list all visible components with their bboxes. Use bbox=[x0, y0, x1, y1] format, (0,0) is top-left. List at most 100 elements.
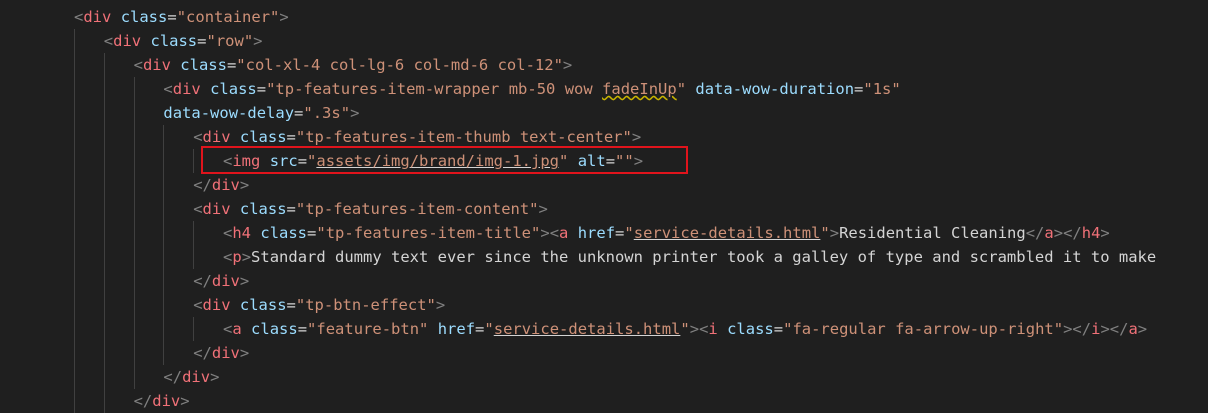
code-token: < bbox=[193, 296, 203, 314]
code-token: < bbox=[193, 128, 203, 146]
code-line[interactable]: </div> bbox=[134, 389, 190, 413]
code-token: > bbox=[279, 8, 289, 26]
code-token: a bbox=[1044, 224, 1054, 242]
code-line[interactable]: <div class="tp-features-item-thumb text-… bbox=[193, 125, 641, 149]
code-token: " bbox=[680, 320, 690, 338]
code-token: "container" bbox=[176, 8, 280, 26]
code-token: </ bbox=[193, 344, 212, 362]
code-token: div bbox=[202, 128, 231, 146]
code-line[interactable]: </div> bbox=[193, 269, 249, 293]
code-token: div bbox=[83, 8, 112, 26]
code-line[interactable]: <div class="tp-btn-effect"> bbox=[193, 293, 445, 317]
code-token: > bbox=[253, 32, 263, 50]
code-token: = bbox=[307, 224, 317, 242]
code-line[interactable]: <div class="container"> bbox=[74, 5, 289, 29]
code-token: href bbox=[437, 320, 476, 338]
code-token: i bbox=[708, 320, 718, 338]
code-token: "feature-btn" bbox=[307, 320, 429, 338]
code-token: < bbox=[193, 200, 203, 218]
code-token: a bbox=[559, 224, 569, 242]
code-editor[interactable]: <div class="container"> <div class="row">… bbox=[0, 0, 1208, 413]
code-token: "tp-features-item-thumb text-center" bbox=[295, 128, 632, 146]
code-token: class bbox=[239, 200, 287, 218]
code-token: > bbox=[1137, 320, 1148, 338]
code-token: data-wow-delay bbox=[163, 104, 295, 122]
code-line[interactable]: data-wow-delay=".3s"> bbox=[163, 101, 359, 125]
code-token: < bbox=[223, 248, 233, 266]
code-token: < bbox=[223, 152, 233, 170]
code-token: = bbox=[605, 152, 616, 170]
code-token: > bbox=[1100, 224, 1110, 242]
indent-guide bbox=[103, 53, 105, 413]
code-token: a bbox=[1128, 320, 1138, 338]
code-token: assets/img/brand/img-1.jpg bbox=[316, 152, 560, 170]
code-line[interactable]: <a class="feature-btn" href="service-det… bbox=[223, 317, 1147, 341]
code-token: src bbox=[269, 152, 298, 170]
code-token: = bbox=[615, 224, 625, 242]
code-token: class bbox=[120, 8, 168, 26]
code-token: "row" bbox=[206, 32, 254, 50]
code-token: > bbox=[1053, 224, 1064, 242]
code-token: "fa-regular fa-arrow-up-right" bbox=[783, 320, 1064, 338]
code-line[interactable]: </div> bbox=[193, 341, 249, 365]
code-token: service-details.html bbox=[633, 224, 821, 242]
code-token: class bbox=[150, 32, 198, 50]
code-token: = bbox=[854, 80, 864, 98]
code-token: fadeInUp bbox=[602, 80, 677, 98]
code-token: = bbox=[297, 320, 308, 338]
code-token: > bbox=[180, 392, 190, 410]
code-line[interactable]: </div> bbox=[193, 173, 249, 197]
code-token: </ bbox=[193, 272, 212, 290]
indent-guide bbox=[193, 221, 195, 269]
code-token: service-details.html bbox=[493, 320, 681, 338]
code-token: " bbox=[676, 80, 687, 98]
code-token: </ bbox=[1072, 320, 1092, 338]
code-token: class bbox=[260, 224, 308, 242]
code-line[interactable]: <div class="col-xl-4 col-lg-6 col-md-6 c… bbox=[134, 53, 573, 77]
code-line[interactable]: <div class="row"> bbox=[104, 29, 263, 53]
code-token: "tp-btn-effect" bbox=[295, 296, 436, 314]
code-line[interactable]: <img src="assets/img/brand/img-1.jpg" al… bbox=[223, 149, 643, 173]
code-line[interactable]: <div class="tp-features-item-wrapper mb-… bbox=[163, 77, 900, 101]
code-token: p bbox=[232, 248, 242, 266]
code-token: > bbox=[241, 248, 252, 266]
code-token: h4 bbox=[1081, 224, 1101, 242]
code-token: " bbox=[624, 224, 634, 242]
code-token: Residential Cleaning bbox=[839, 224, 1026, 242]
code-line[interactable]: <h4 class="tp-features-item-title"><a hr… bbox=[223, 221, 1110, 245]
code-token: > bbox=[350, 104, 360, 122]
code-line[interactable]: </div> bbox=[163, 365, 219, 389]
code-token: < bbox=[223, 224, 233, 242]
code-token: Standard dummy text ever since the unkno… bbox=[251, 248, 1157, 266]
code-token: div bbox=[152, 392, 181, 410]
code-token: ".3s" bbox=[303, 104, 351, 122]
code-token: = bbox=[773, 320, 784, 338]
code-token: div bbox=[182, 368, 211, 386]
code-line[interactable]: <p>Standard dummy text ever since the un… bbox=[223, 245, 1156, 269]
code-token: data-wow-duration bbox=[695, 80, 855, 98]
code-token: > bbox=[1100, 320, 1110, 338]
code-token: href bbox=[577, 224, 616, 242]
code-token: class bbox=[180, 56, 227, 74]
code-token: " bbox=[559, 152, 569, 170]
code-token: > bbox=[829, 224, 840, 242]
code-token: "tp-features-item-content" bbox=[295, 200, 539, 218]
code-token: class bbox=[251, 320, 298, 338]
indent-guide bbox=[193, 317, 195, 341]
code-token: < bbox=[549, 224, 560, 242]
code-token: > bbox=[239, 344, 250, 362]
code-token: div bbox=[211, 176, 240, 194]
code-token: h4 bbox=[232, 224, 252, 242]
code-token: = bbox=[475, 320, 485, 338]
code-line[interactable]: <div class="tp-features-item-content"> bbox=[193, 197, 548, 221]
indent-guide bbox=[133, 77, 135, 389]
